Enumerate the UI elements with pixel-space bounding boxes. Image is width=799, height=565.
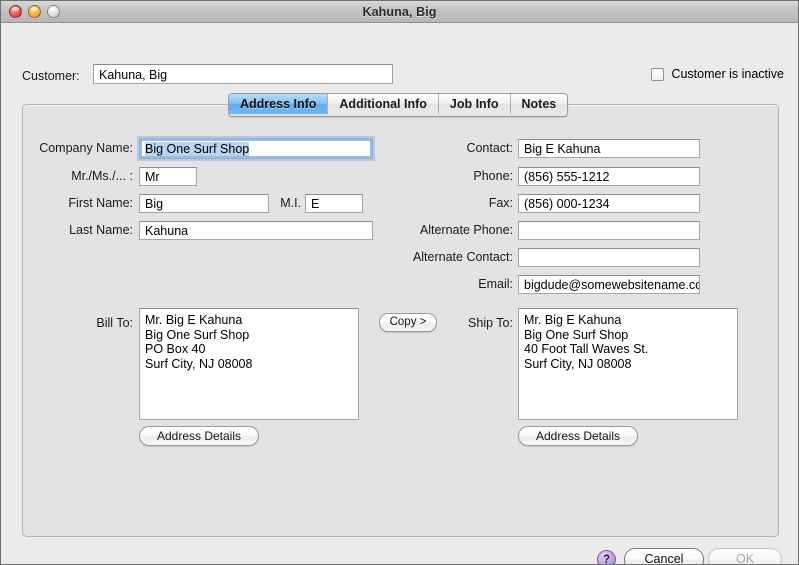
middle-initial-label: M.I. : <box>280 196 308 210</box>
bill-to-textarea[interactable]: Mr. Big E Kahuna Big One Surf Shop PO Bo… <box>139 308 359 420</box>
alternate-phone-input[interactable] <box>518 221 700 240</box>
bill-to-address-details-button[interactable]: Address Details <box>139 426 259 446</box>
traffic-light-group <box>9 5 60 18</box>
email-label: Email: <box>478 277 513 291</box>
ok-button: OK <box>708 548 782 564</box>
close-window-icon[interactable] <box>9 5 22 18</box>
first-name-input[interactable]: Big <box>139 194 269 213</box>
fax-label: Fax: <box>488 196 513 210</box>
phone-label: Phone: <box>473 169 513 183</box>
middle-initial-input[interactable]: E <box>305 194 363 213</box>
contact-input[interactable]: Big E Kahuna <box>518 139 700 158</box>
cancel-button[interactable]: Cancel <box>624 548 704 564</box>
alternate-contact-label: Alternate Contact: <box>412 250 513 264</box>
company-name-label: Company Name: <box>39 141 133 155</box>
window-titlebar: Kahuna, Big <box>1 1 798 23</box>
tab-job-info[interactable]: Job Info <box>438 94 511 114</box>
salutation-input[interactable]: Mr <box>139 167 197 186</box>
customer-inactive-checkbox[interactable] <box>651 67 665 81</box>
ship-to-label: Ship To: <box>468 316 513 330</box>
contact-label: Contact: <box>466 141 513 155</box>
alternate-phone-label: Alternate Phone: <box>419 223 513 237</box>
help-button[interactable]: ? <box>597 550 616 564</box>
tab-notes[interactable]: Notes <box>510 94 568 114</box>
window-content: Customer: Kahuna, Big Customer is inacti… <box>1 23 798 564</box>
tab-additional-info[interactable]: Additional Info <box>328 94 439 114</box>
tab-bar: Address Info Additional Info Job Info No… <box>228 93 569 117</box>
window-title: Kahuna, Big <box>362 4 437 19</box>
minimize-window-icon[interactable] <box>28 5 41 18</box>
phone-input[interactable]: (856) 555-1212 <box>518 167 700 186</box>
salutation-label: Mr./Ms./... : <box>71 169 133 183</box>
ship-to-address-details-button[interactable]: Address Details <box>518 426 638 446</box>
fax-input[interactable]: (856) 000-1234 <box>518 194 700 213</box>
customer-input[interactable]: Kahuna, Big <box>93 64 393 84</box>
customer-label: Customer: <box>22 69 80 83</box>
alternate-contact-input[interactable] <box>518 248 700 267</box>
ship-to-textarea[interactable]: Mr. Big E Kahuna Big One Surf Shop 40 Fo… <box>518 308 738 420</box>
customer-inactive-label: Customer is inactive <box>671 67 784 81</box>
first-name-label: First Name: <box>68 196 133 210</box>
last-name-label: Last Name: <box>69 223 133 237</box>
company-name-selected-text: Big One Surf Shop <box>145 142 250 156</box>
bill-to-label: Bill To: <box>96 316 133 330</box>
customer-edit-window: Kahuna, Big Customer: Kahuna, Big Custom… <box>0 0 799 565</box>
customer-inactive-group[interactable]: Customer is inactive <box>651 67 784 81</box>
company-name-input[interactable]: Big One Surf Shop <box>139 138 373 159</box>
last-name-input[interactable]: Kahuna <box>139 221 373 240</box>
email-input[interactable]: bigdude@somewebsitename.com <box>518 275 700 294</box>
zoom-window-icon <box>47 5 60 18</box>
copy-address-button[interactable]: Copy > <box>379 313 437 332</box>
tab-address-info[interactable]: Address Info <box>229 94 329 114</box>
